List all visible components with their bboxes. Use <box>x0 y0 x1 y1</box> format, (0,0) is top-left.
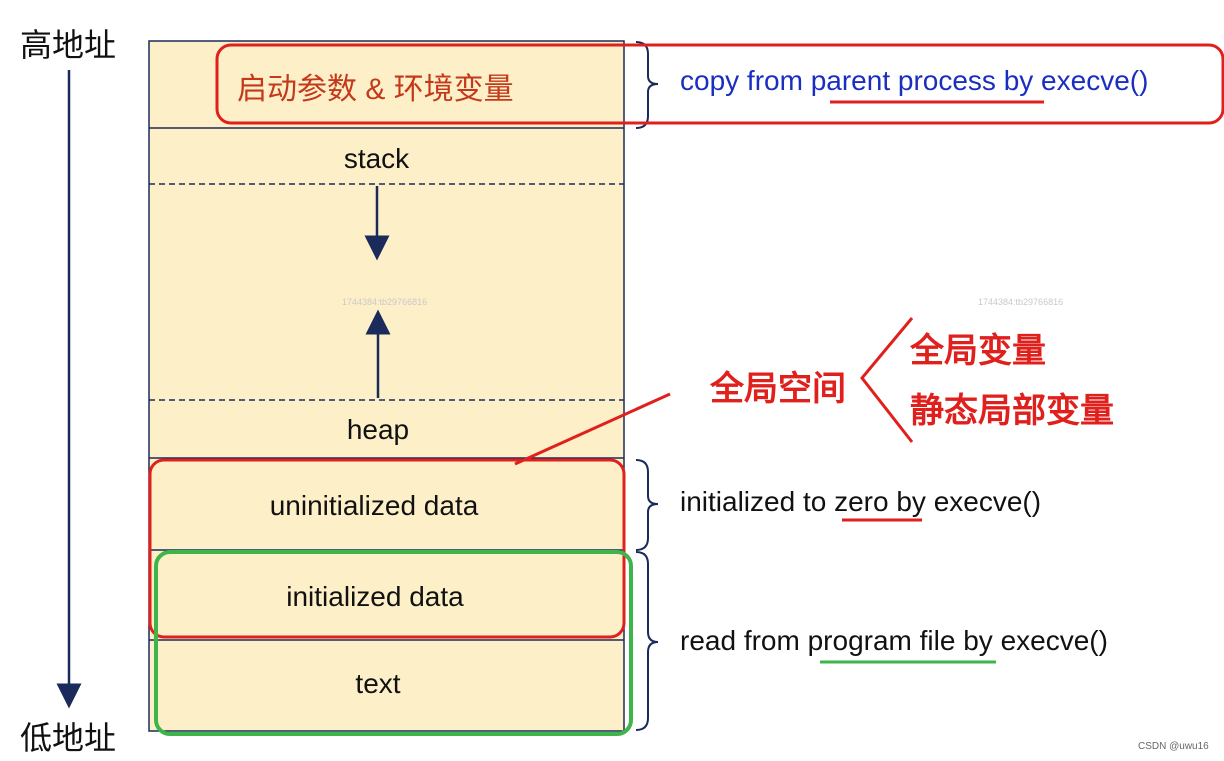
bss-annotation-prefix: initialized to <box>680 486 835 517</box>
text-annotation-underlined: program file <box>807 625 956 656</box>
env-annotation-prefix: copy from <box>680 65 811 96</box>
env-segment-label: 启动参数 & 环境变量 <box>237 73 514 106</box>
text-segment-label: text <box>355 668 401 699</box>
watermark-right: 1744384:tb29766816 <box>978 297 1064 307</box>
data-text-brace <box>635 551 659 731</box>
bss-segment-label: uninitialized data <box>269 490 479 521</box>
static-local-variable-label: 静态局部变量 <box>910 392 1114 430</box>
global-space-bracket <box>860 317 914 443</box>
bss-annotation-underlined: zero <box>834 486 889 517</box>
data-segment-label: initialized data <box>286 581 464 612</box>
env-annotation-underlined: parent process <box>810 65 996 96</box>
bss-annotation: initialized to zero by execve() <box>680 486 1041 518</box>
credit-text: CSDN @uwu16 <box>1138 741 1209 752</box>
stack-segment-label: stack <box>343 143 410 174</box>
low-address-label: 低地址 <box>20 720 117 756</box>
bss-brace <box>635 459 659 551</box>
high-address-label: 高地址 <box>20 27 117 63</box>
bss-annotation-suffix: by execve() <box>888 486 1042 517</box>
env-annotation-suffix: by execve() <box>995 65 1149 96</box>
global-space-label: 全局空间 <box>710 370 846 408</box>
text-annotation-prefix: read from <box>680 625 808 656</box>
global-variable-label: 全局变量 <box>910 332 1046 370</box>
memory-layout-diagram: 高地址 低地址 启动参数 & 环境变量 stack heap uninitial… <box>0 0 1224 761</box>
text-annotation: read from program file by execve() <box>680 625 1108 657</box>
watermark-left: 1744384:tb29766816 <box>342 297 428 307</box>
heap-segment-label: heap <box>346 414 410 445</box>
text-annotation-suffix: by execve() <box>955 625 1108 656</box>
env-brace <box>635 41 659 129</box>
env-annotation: copy from parent process by execve() <box>680 65 1148 97</box>
